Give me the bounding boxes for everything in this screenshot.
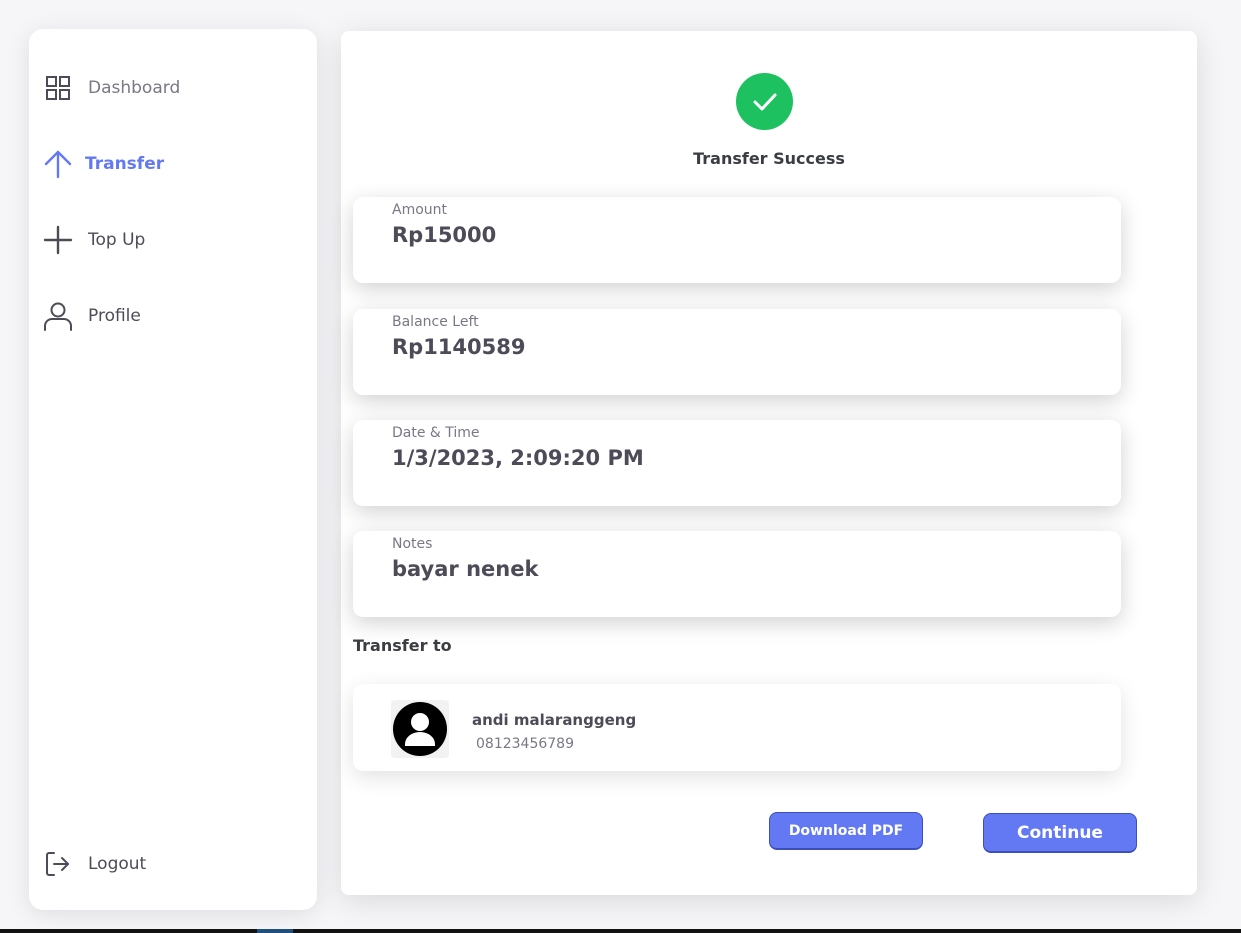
detail-card-datetime: Date & Time 1/3/2023, 2:09:20 PM	[353, 420, 1121, 506]
detail-card-balance: Balance Left Rp1140589	[353, 309, 1121, 395]
taskbar-indicator	[257, 929, 293, 933]
sidebar: Dashboard Transfer Top Up Profile Logout	[29, 29, 317, 910]
sidebar-item-label: Profile	[88, 306, 141, 326]
sidebar-item-label: Top Up	[88, 230, 146, 250]
recipient-card: andi malaranggeng 08123456789	[353, 684, 1121, 771]
sidebar-item-dashboard[interactable]: Dashboard	[43, 70, 180, 106]
sidebar-item-label: Dashboard	[88, 78, 181, 98]
transfer-to-heading: Transfer to	[353, 636, 452, 655]
recipient-name: andi malaranggeng	[472, 711, 637, 729]
detail-value: bayar nenek	[392, 557, 539, 581]
detail-card-notes: Notes bayar nenek	[353, 531, 1121, 617]
arrow-up-icon	[43, 149, 73, 179]
transfer-result-panel: Transfer Success Amount Rp15000 Balance …	[341, 31, 1197, 895]
grid-icon	[43, 73, 73, 103]
detail-label: Notes	[392, 536, 433, 552]
user-avatar-icon	[393, 702, 447, 756]
download-pdf-button[interactable]: Download PDF	[769, 812, 923, 850]
logout-label: Logout	[88, 854, 147, 874]
user-icon	[43, 301, 73, 331]
continue-button[interactable]: Continue	[983, 813, 1137, 853]
detail-label: Date & Time	[392, 425, 480, 441]
sidebar-item-profile[interactable]: Profile	[43, 298, 141, 334]
check-icon	[736, 73, 793, 130]
taskbar-strip	[0, 929, 1241, 933]
recipient-phone: 08123456789	[476, 736, 574, 752]
detail-label: Balance Left	[392, 314, 479, 330]
logout-button[interactable]: Logout	[43, 846, 146, 882]
plus-icon	[43, 225, 73, 255]
status-title: Transfer Success	[693, 149, 845, 168]
logout-icon	[43, 849, 73, 879]
sidebar-item-transfer[interactable]: Transfer	[43, 146, 164, 182]
sidebar-item-label: Transfer	[85, 154, 165, 174]
detail-card-amount: Amount Rp15000	[353, 197, 1121, 283]
detail-value: Rp15000	[392, 223, 497, 247]
detail-value: Rp1140589	[392, 335, 526, 359]
detail-value: 1/3/2023, 2:09:20 PM	[392, 446, 644, 470]
avatar	[391, 700, 449, 758]
detail-label: Amount	[392, 202, 448, 218]
sidebar-item-top-up[interactable]: Top Up	[43, 222, 145, 258]
page: Dashboard Transfer Top Up Profile Logout…	[0, 0, 1241, 933]
